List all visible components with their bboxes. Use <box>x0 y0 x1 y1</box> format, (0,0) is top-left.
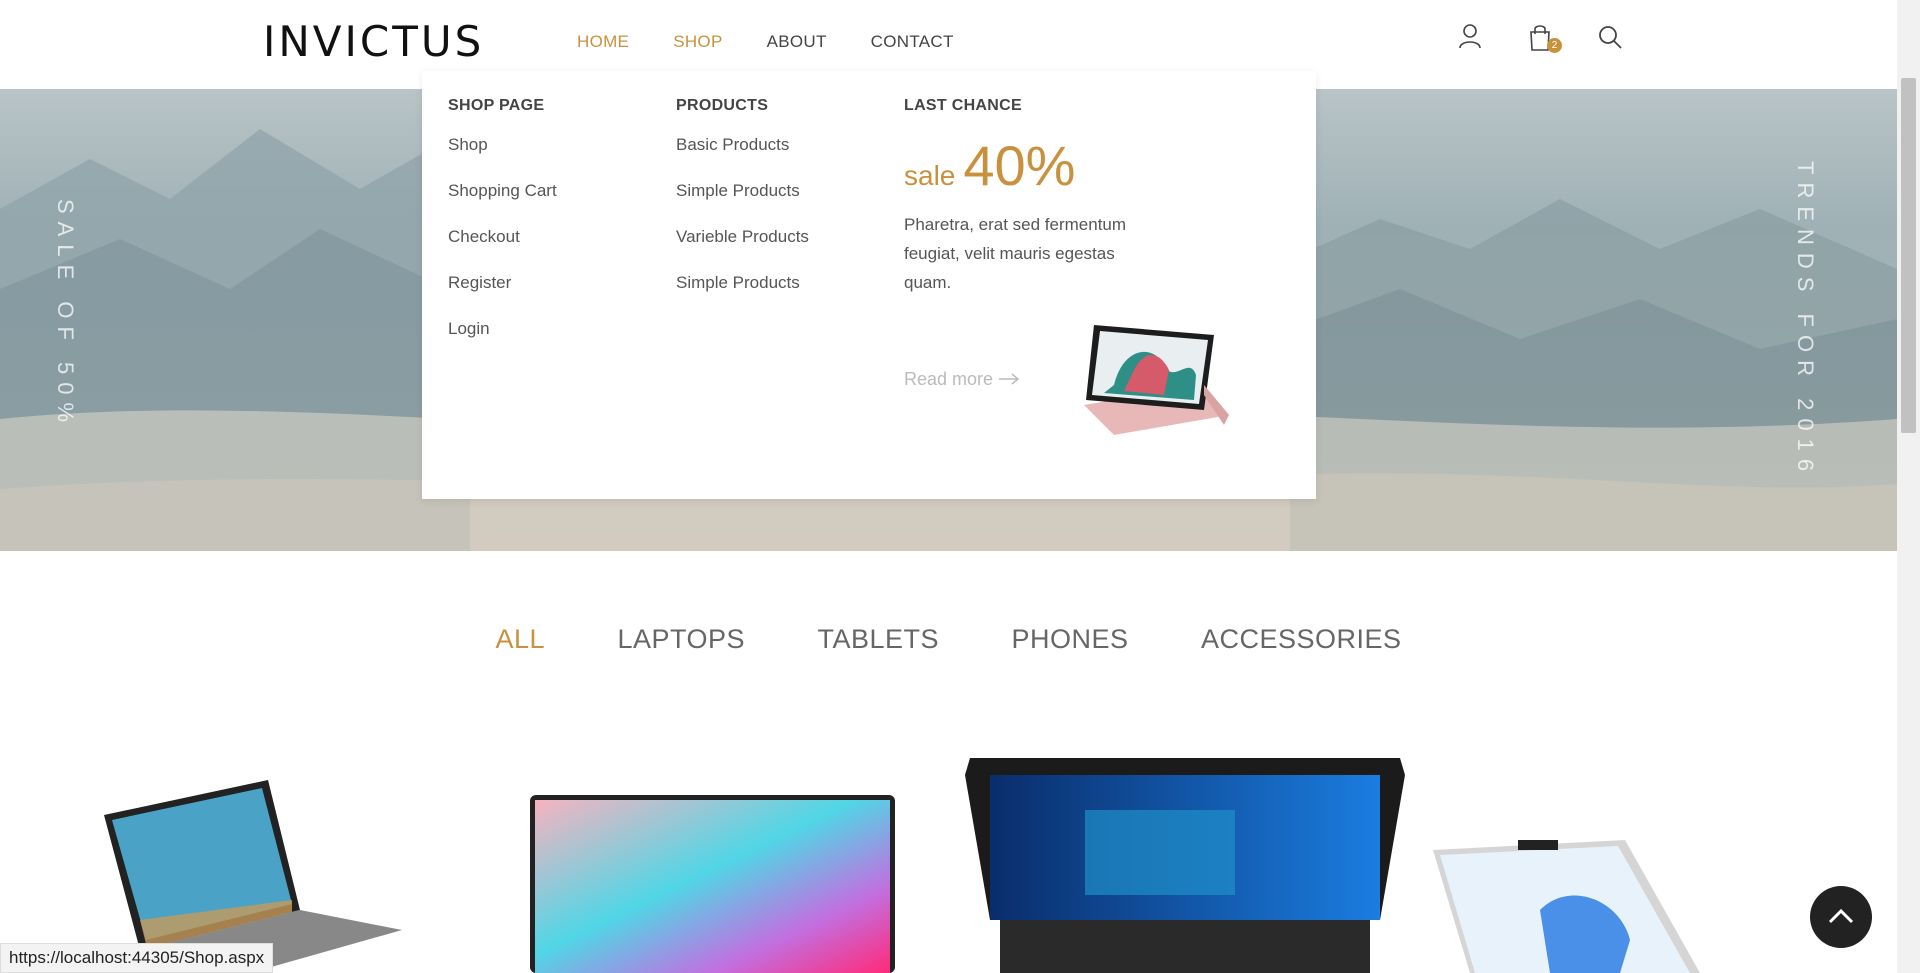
product-laptop-gradient[interactable] <box>530 795 895 973</box>
tab-laptops[interactable]: LAPTOPS <box>617 624 745 654</box>
hero-right-vertical-text: TRENDS FOR 2016 <box>1793 161 1818 480</box>
product-filter-tabs: ALL LAPTOPS TABLETS PHONES ACCESSORIES <box>0 624 1897 655</box>
product-images <box>104 758 1700 973</box>
menu-link-simple-products-2[interactable]: Simple Products <box>676 271 809 295</box>
shop-mega-menu: SHOP PAGE Shop Shopping Cart Checkout Re… <box>422 71 1316 499</box>
tab-phones[interactable]: PHONES <box>1011 624 1128 654</box>
menu-col-title: PRODUCTS <box>676 97 769 114</box>
product-laptop-windows[interactable] <box>965 758 1405 973</box>
browser-status-url: https://localhost:44305/Shop.aspx <box>0 943 274 973</box>
arrow-right-icon <box>998 369 1020 389</box>
site-logo[interactable]: INVICTUS <box>263 17 484 66</box>
tab-tablets[interactable]: TABLETS <box>817 624 939 654</box>
cart-count-badge: 2 <box>1547 38 1562 53</box>
shopping-bag-icon[interactable]: 2 <box>1525 22 1562 53</box>
sale-headline: sale 40% <box>904 133 1304 198</box>
menu-col-title: SHOP PAGE <box>448 97 545 114</box>
scrollbar-thumb[interactable] <box>1901 78 1916 433</box>
header-icons: 2 <box>1455 22 1665 53</box>
nav-shop[interactable]: SHOP <box>673 32 722 52</box>
menu-link-variable-products[interactable]: Varieble Products <box>676 225 809 249</box>
menu-col-shop-page: SHOP PAGE Shop Shopping Cart Checkout Re… <box>448 97 557 363</box>
main-nav: HOME SHOP ABOUT CONTACT <box>577 32 998 52</box>
read-more-link[interactable]: Read more <box>904 369 1020 390</box>
menu-col-title: LAST CHANCE <box>904 97 1022 114</box>
read-more-label: Read more <box>904 369 994 389</box>
menu-col-last-chance: LAST CHANCE sale 40% Pharetra, erat sed … <box>904 97 1304 487</box>
search-icon[interactable] <box>1595 22 1625 52</box>
menu-link-checkout[interactable]: Checkout <box>448 225 557 249</box>
back-to-top-button[interactable] <box>1810 886 1872 948</box>
menu-link-login[interactable]: Login <box>448 317 557 341</box>
chevron-up-icon <box>1828 908 1854 924</box>
menu-col-products: PRODUCTS Basic Products Simple Products … <box>676 97 809 317</box>
page-scrollbar[interactable] <box>1897 0 1920 973</box>
nav-home[interactable]: HOME <box>577 32 629 52</box>
sale-word: sale <box>904 160 956 191</box>
menu-link-simple-products[interactable]: Simple Products <box>676 179 809 203</box>
nav-about[interactable]: ABOUT <box>767 32 827 52</box>
hero-left-vertical-text: SALE OF 50% <box>53 199 78 431</box>
tab-accessories[interactable]: ACCESSORIES <box>1201 624 1402 654</box>
sale-percent: 40% <box>963 134 1076 197</box>
tablet-product-image <box>1084 325 1229 435</box>
user-icon[interactable] <box>1455 22 1485 52</box>
product-grid <box>0 750 1897 973</box>
menu-link-shopping-cart[interactable]: Shopping Cart <box>448 179 557 203</box>
nav-contact[interactable]: CONTACT <box>871 32 954 52</box>
menu-link-basic-products[interactable]: Basic Products <box>676 133 809 157</box>
tab-all[interactable]: ALL <box>495 624 545 654</box>
sale-description: Pharetra, erat sed fermentum feugiat, ve… <box>904 215 1127 292</box>
menu-link-register[interactable]: Register <box>448 271 557 295</box>
product-laptop-silver[interactable] <box>1433 840 1700 973</box>
menu-link-shop[interactable]: Shop <box>448 133 557 157</box>
